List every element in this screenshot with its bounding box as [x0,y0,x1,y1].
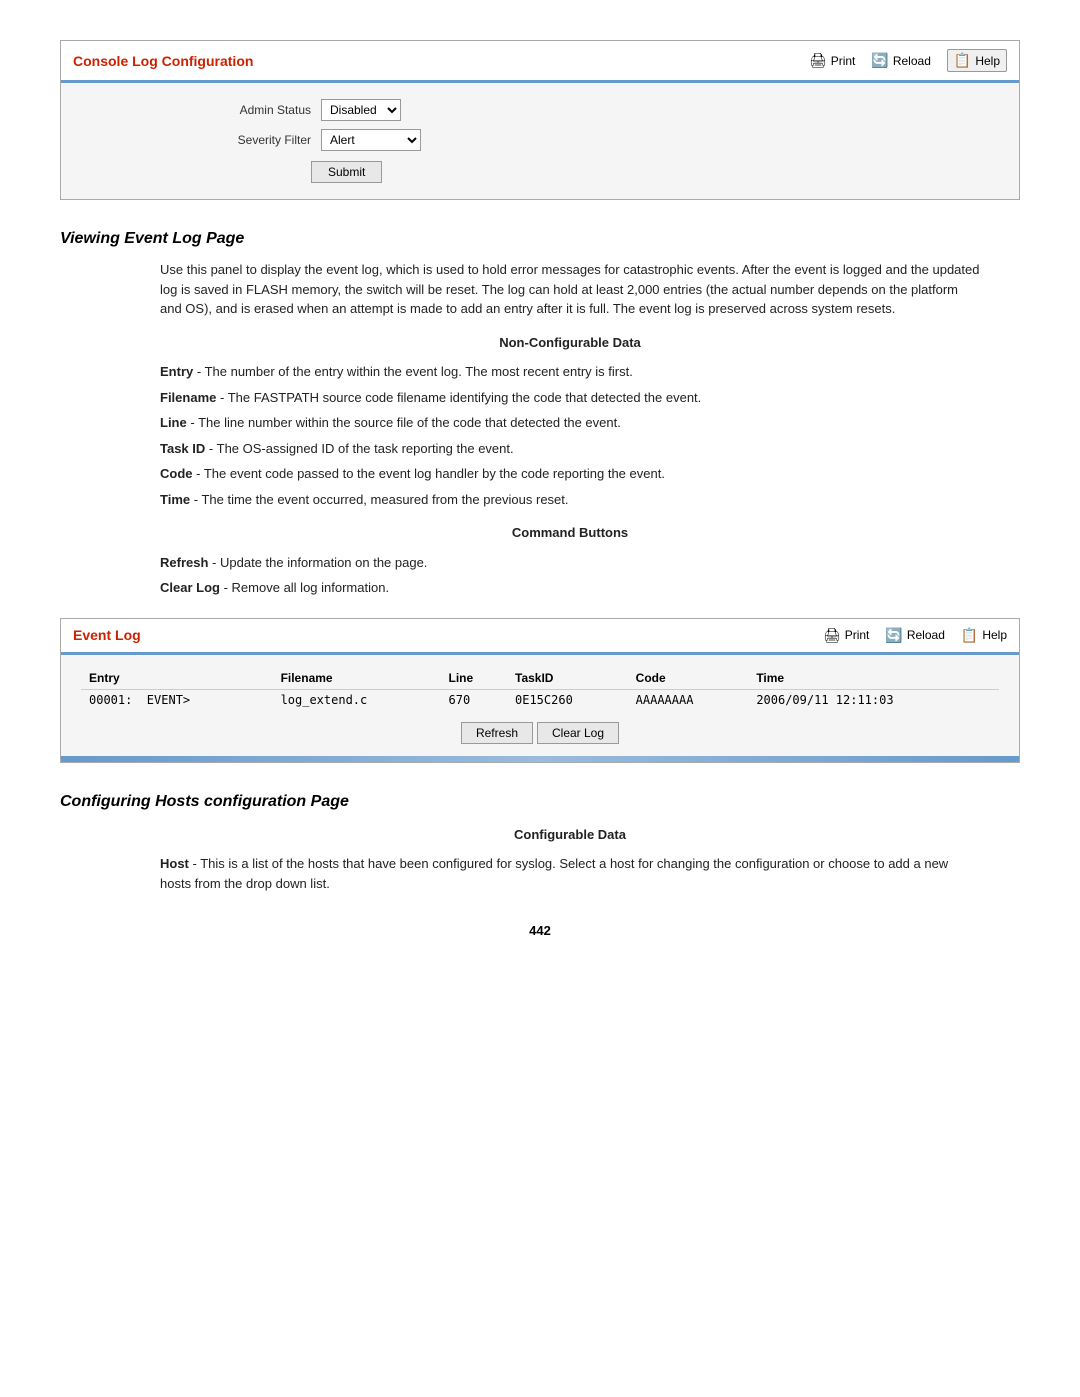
print-icon: 🖨 [809,52,827,69]
event-help-button[interactable]: 📋 Help [961,627,1007,644]
severity-filter-row: Severity Filter Emergency Alert Critical… [201,129,999,151]
submit-row: Submit [311,161,999,183]
cell-time: 2006/09/11 12:11:03 [748,689,999,710]
cell-entry: 00001: EVENT> [81,689,273,710]
field-taskid-name: Task ID [160,441,205,456]
reload-button[interactable]: 🔄 Reload [871,52,930,69]
print-label: Print [831,54,856,68]
event-help-icon: 📋 [961,627,978,644]
configurable-data-heading: Configurable Data [160,825,980,845]
severity-filter-select[interactable]: Emergency Alert Critical Error Warning N… [321,129,421,151]
event-buttons: Refresh Clear Log [81,722,999,744]
field-code: Code - The event code passed to the even… [160,464,980,484]
event-log-panel: Event Log 🖨 Print 🔄 Reload 📋 Help Entry … [60,618,1020,763]
event-print-icon: 🖨 [823,627,841,644]
field-taskid: Task ID - The OS-assigned ID of the task… [160,439,980,459]
field-entry-dash: - [197,364,205,379]
refresh-desc-row: Refresh - Update the information on the … [160,553,980,573]
event-table: Entry Filename Line TaskID Code Time 000… [81,667,999,710]
event-help-label: Help [982,628,1007,642]
event-log-actions: 🖨 Print 🔄 Reload 📋 Help [823,627,1007,644]
reload-label: Reload [893,54,931,68]
event-reload-button[interactable]: 🔄 Reload [885,627,944,644]
field-code-name: Code [160,466,193,481]
field-filename-dash: - [220,390,228,405]
console-log-actions: 🖨 Print 🔄 Reload 📋 Help [809,49,1007,72]
cell-taskid: 0E15C260 [507,689,628,710]
event-log-body: Entry Filename Line TaskID Code Time 000… [61,655,1019,756]
col-entry: Entry [81,667,273,690]
help-icon: 📋 [954,52,971,69]
cell-line: 670 [441,689,508,710]
reload-icon: 🔄 [871,52,888,69]
refresh-desc-dash: - [212,555,220,570]
help-button[interactable]: 📋 Help [947,49,1007,72]
event-log-title: Event Log [73,627,141,643]
field-line: Line - The line number within the source… [160,413,980,433]
cell-code: AAAAAAAA [628,689,749,710]
non-configurable-heading: Non-Configurable Data [160,333,980,353]
console-log-panel: Console Log Configuration 🖨 Print 🔄 Relo… [60,40,1020,200]
host-desc: This is a list of the hosts that have be… [160,856,948,891]
field-taskid-dash: - [209,441,217,456]
field-code-desc: The event code passed to the event log h… [204,466,665,481]
severity-filter-label: Severity Filter [201,133,311,147]
field-line-name: Line [160,415,187,430]
refresh-button[interactable]: Refresh [461,722,533,744]
field-filename: Filename - The FASTPATH source code file… [160,388,980,408]
field-code-dash: - [196,466,204,481]
table-row: 00001: EVENT> log_extend.c 670 0E15C260 … [81,689,999,710]
col-filename: Filename [273,667,441,690]
admin-status-label: Admin Status [201,103,311,117]
console-log-title: Console Log Configuration [73,53,253,69]
event-reload-label: Reload [907,628,945,642]
field-filename-name: Filename [160,390,216,405]
configuring-hosts-body: Configurable Data Host - This is a list … [160,825,980,894]
viewing-event-log-body: Use this panel to display the event log,… [160,260,980,598]
field-time-name: Time [160,492,190,507]
admin-status-select[interactable]: Disabled Enabled [321,99,401,121]
field-entry: Entry - The number of the entry within t… [160,362,980,382]
field-time-desc: The time the event occurred, measured fr… [201,492,568,507]
col-code: Code [628,667,749,690]
viewing-event-log-title: Viewing Event Log Page [60,230,1020,248]
command-buttons-heading: Command Buttons [160,523,980,543]
page-number: 442 [60,923,1020,938]
col-taskid: TaskID [507,667,628,690]
event-print-label: Print [845,628,870,642]
console-log-header: Console Log Configuration 🖨 Print 🔄 Relo… [61,41,1019,83]
admin-status-row: Admin Status Disabled Enabled [201,99,999,121]
event-reload-icon: 🔄 [885,627,902,644]
clearlog-desc-name: Clear Log [160,580,220,595]
refresh-desc-name: Refresh [160,555,208,570]
cell-filename: log_extend.c [273,689,441,710]
host-desc-row: Host - This is a list of the hosts that … [160,854,980,893]
field-line-dash: - [190,415,198,430]
host-label: Host [160,856,189,871]
field-taskid-desc: The OS-assigned ID of the task reporting… [217,441,514,456]
viewing-event-log-desc: Use this panel to display the event log,… [160,260,980,319]
field-line-desc: The line number within the source file o… [198,415,621,430]
col-line: Line [441,667,508,690]
field-time: Time - The time the event occurred, meas… [160,490,980,510]
console-log-body: Admin Status Disabled Enabled Severity F… [61,83,1019,199]
field-filename-desc: The FASTPATH source code filename identi… [228,390,702,405]
clearlog-desc-row: Clear Log - Remove all log information. [160,578,980,598]
clearlog-desc-text: Remove all log information. [232,580,390,595]
event-log-footer-bar [61,756,1019,762]
event-log-header: Event Log 🖨 Print 🔄 Reload 📋 Help [61,619,1019,655]
event-print-button[interactable]: 🖨 Print [823,627,869,644]
refresh-desc-text: Update the information on the page. [220,555,427,570]
col-time: Time [748,667,999,690]
clearlog-desc-dash: - [224,580,232,595]
event-table-header-row: Entry Filename Line TaskID Code Time [81,667,999,690]
clear-log-button[interactable]: Clear Log [537,722,619,744]
field-entry-desc: The number of the entry within the event… [205,364,633,379]
submit-button[interactable]: Submit [311,161,382,183]
help-label: Help [975,54,1000,68]
print-button[interactable]: 🖨 Print [809,52,855,69]
field-entry-name: Entry [160,364,193,379]
configuring-hosts-title: Configuring Hosts configuration Page [60,793,1020,811]
